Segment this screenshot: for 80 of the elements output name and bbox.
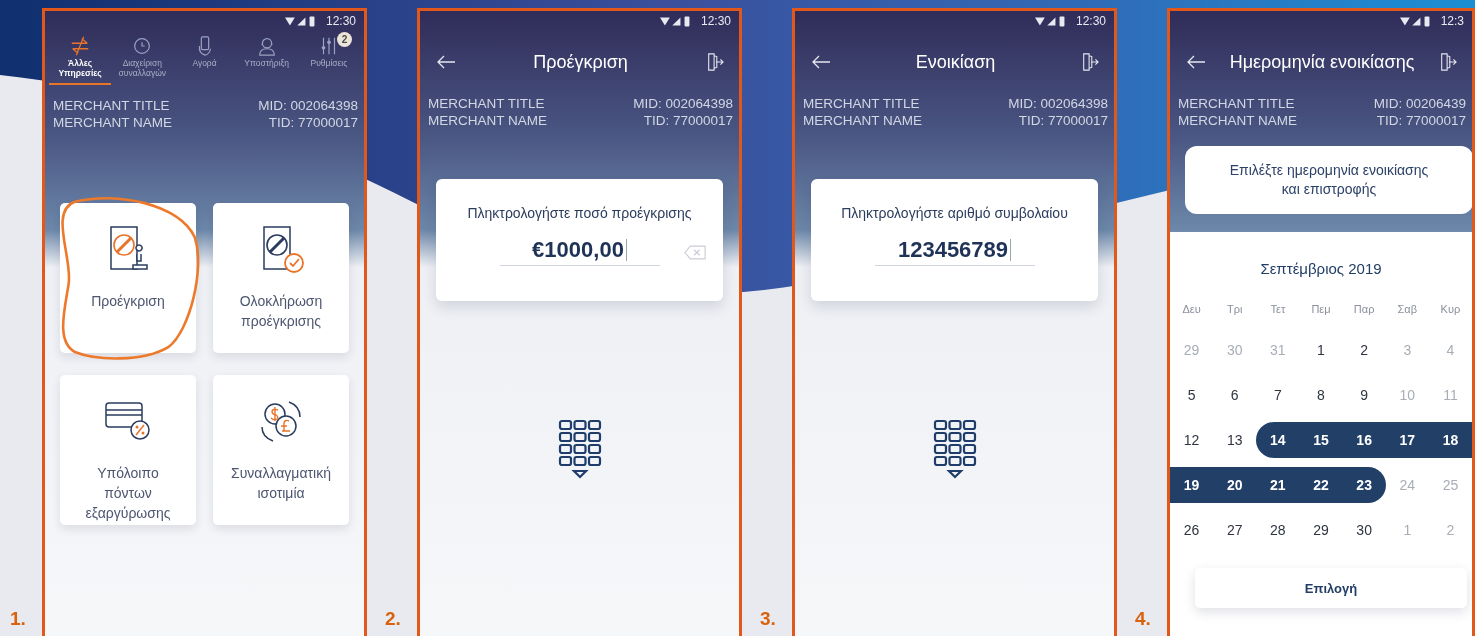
step-number: 3. xyxy=(760,608,777,631)
calendar-day[interactable]: 9 xyxy=(1342,377,1386,413)
screen-title: Ημερομηνία ενοικίασης xyxy=(1229,51,1415,73)
calendar-day[interactable]: 12 xyxy=(1170,422,1214,458)
calendar-day[interactable]: 30 xyxy=(1342,512,1386,548)
status-time: 12:3 xyxy=(1440,14,1464,28)
weekday-label: Παρ xyxy=(1352,303,1376,317)
screen-title: Ενοικίαση xyxy=(915,51,996,73)
input-field[interactable]: €1000,00 xyxy=(499,237,660,266)
weekday-label: Τρι xyxy=(1226,303,1244,317)
nav-tab[interactable]: Διαχείριση συναλλαγών xyxy=(111,35,174,85)
step-number: 1. xyxy=(10,608,27,631)
weekday-label: Κυρ xyxy=(1439,303,1462,317)
back-arrow-icon[interactable] xyxy=(1186,53,1206,71)
status-time: 12:30 xyxy=(325,14,356,28)
calendar-day[interactable]: 21 xyxy=(1256,467,1300,503)
calendar-day[interactable]: 27 xyxy=(1213,512,1257,548)
status-time: 12:30 xyxy=(700,14,731,28)
back-arrow-icon[interactable] xyxy=(811,53,831,71)
merchant-name: MERCHANT NAME xyxy=(803,112,922,129)
terminal-id: TID: 77000017 xyxy=(1376,112,1466,129)
status-time: 12:30 xyxy=(1075,14,1106,28)
calendar-day[interactable]: 28 xyxy=(1256,512,1300,548)
exit-icon[interactable] xyxy=(705,53,725,71)
calendar-day[interactable]: 5 xyxy=(1170,377,1214,413)
calendar-day[interactable]: 13 xyxy=(1213,422,1257,458)
calendar-day[interactable]: 19 xyxy=(1170,467,1214,503)
calendar-day[interactable]: 8 xyxy=(1299,377,1343,413)
nav-tab[interactable]: Άλλες Υπηρεσίες xyxy=(49,35,112,85)
merchant-id: MID: 002064398 xyxy=(258,96,358,114)
calendar-day[interactable]: 16 xyxy=(1342,422,1386,458)
calendar-day[interactable]: 15 xyxy=(1299,422,1343,458)
exit-icon[interactable] xyxy=(1438,53,1458,71)
nav-tab[interactable]: Υποστήριξη xyxy=(235,35,298,85)
instruction-box: Επιλέξτε ημερομηνία ενοικίασης και επιστροφής xyxy=(1185,146,1472,214)
calendar-day[interactable]: 7 xyxy=(1256,377,1300,413)
weekday-label: Πεμ xyxy=(1310,303,1332,317)
merchant-title: MERCHANT TITLE xyxy=(53,96,171,114)
screen-title: Προέγκριση xyxy=(533,51,628,73)
merchant-name: MERCHANT NAME xyxy=(428,112,547,129)
calendar-day[interactable]: 29 xyxy=(1299,512,1343,548)
calendar-day[interactable]: 14 xyxy=(1256,422,1300,458)
nav-tab[interactable]: Αγορά xyxy=(173,35,236,85)
merchant-name: MERCHANT NAME xyxy=(1178,112,1297,129)
calendar-day[interactable]: 17 xyxy=(1385,422,1429,458)
weekday-label: Δευ xyxy=(1181,303,1202,317)
exit-icon[interactable] xyxy=(1080,53,1100,71)
service-tile[interactable]: Ολοκλήρωση προέγκρισης xyxy=(213,202,349,353)
back-arrow-icon[interactable] xyxy=(436,53,456,71)
merchant-title: MERCHANT TITLE xyxy=(428,95,546,112)
weekday-label: Τετ xyxy=(1269,303,1287,317)
calendar-day[interactable]: 20 xyxy=(1213,467,1257,503)
service-tile[interactable]: Συναλλαγματική ισοτιμία xyxy=(213,374,349,525)
calendar-day[interactable]: 6 xyxy=(1213,377,1257,413)
notification-badge: 2 xyxy=(336,32,352,47)
service-tile[interactable]: Υπόλοιπο πόντων εξαργύρωσης xyxy=(60,374,196,525)
input-field[interactable]: 123456789 xyxy=(874,237,1035,266)
merchant-title: MERCHANT TITLE xyxy=(803,95,921,112)
calendar-day[interactable]: 26 xyxy=(1170,512,1214,548)
step-number: 2. xyxy=(385,608,402,631)
entry-prompt: Πληκτρολογήστε ποσό προέγκρισης xyxy=(467,205,692,221)
merchant-name: MERCHANT NAME xyxy=(53,113,172,131)
calendar-day[interactable]: 1 xyxy=(1299,332,1343,368)
weekday-label: Σαβ xyxy=(1396,303,1418,317)
merchant-id: MID: 002064398 xyxy=(1008,95,1108,112)
entry-prompt: Πληκτρολογήστε αριθμό συμβολαίου xyxy=(841,205,1068,221)
merchant-title: MERCHANT TITLE xyxy=(1178,95,1296,112)
merchant-id: MID: 00206439 xyxy=(1373,95,1466,112)
terminal-id: TID: 77000017 xyxy=(268,113,358,131)
terminal-id: TID: 77000017 xyxy=(643,112,733,129)
calendar-day[interactable]: 18 xyxy=(1428,422,1472,458)
select-button[interactable]: Επιλογή xyxy=(1195,568,1467,608)
step-number: 4. xyxy=(1135,608,1152,631)
calendar-day[interactable]: 22 xyxy=(1299,467,1343,503)
merchant-id: MID: 002064398 xyxy=(633,95,733,112)
nav-tab[interactable]: 2 Ρυθμίσεις xyxy=(297,35,360,85)
calendar-day[interactable]: 23 xyxy=(1342,467,1386,503)
calendar-day[interactable]: 2 xyxy=(1342,332,1386,368)
terminal-id: TID: 77000017 xyxy=(1018,112,1108,129)
month-title: Σεπτέμβριος 2019 xyxy=(1260,260,1382,277)
